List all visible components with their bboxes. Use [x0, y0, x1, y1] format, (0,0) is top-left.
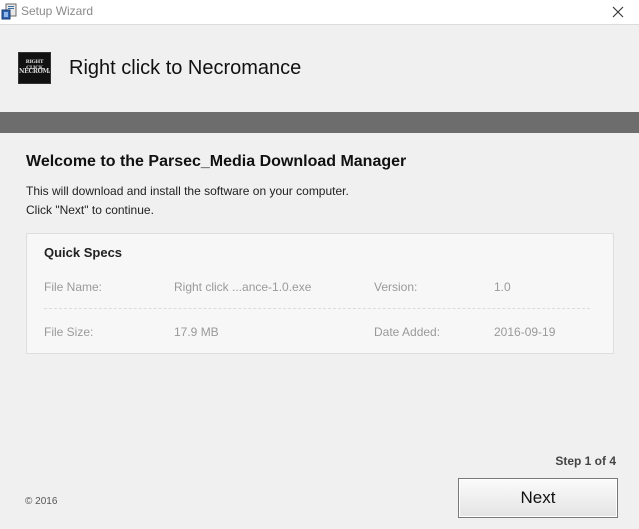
date-added-value: 2016-09-19: [494, 325, 556, 339]
specs-divider: [44, 308, 590, 309]
quick-specs-panel: Quick Specs File Name: Right click ...an…: [26, 233, 614, 354]
product-title: Right click to Necromance: [69, 57, 302, 79]
setup-app-icon: [1, 3, 17, 20]
close-icon: [612, 6, 624, 18]
description-line2: Click "Next" to continue.: [26, 203, 154, 217]
welcome-heading: Welcome to the Parsec_Media Download Man…: [26, 153, 407, 170]
file-name-label: File Name:: [44, 280, 103, 294]
file-size-label: File Size:: [44, 325, 94, 339]
date-added-label: Date Added:: [374, 325, 441, 339]
wizard-header: RIGHT CLICK NECROMANCE Right click to Ne…: [0, 24, 639, 112]
version-value: 1.0: [494, 280, 511, 294]
step-indicator: Step 1 of 4: [555, 454, 616, 468]
product-logo: RIGHT CLICK NECROMANCE: [18, 52, 51, 84]
logo-line2: NECROMANCE: [19, 68, 50, 75]
window-title: Setup Wizard: [21, 4, 94, 18]
description-line1: This will download and install the softw…: [26, 184, 349, 198]
quick-specs-title: Quick Specs: [44, 245, 123, 260]
version-label: Version:: [374, 280, 418, 294]
title-bar: Setup Wizard: [0, 0, 639, 24]
next-button[interactable]: Next: [458, 478, 618, 518]
copyright-text: © 2016: [25, 496, 58, 507]
header-band: [0, 112, 639, 133]
file-name-value: Right click ...ance-1.0.exe: [174, 280, 312, 294]
file-size-value: 17.9 MB: [174, 325, 219, 339]
close-button[interactable]: [597, 0, 639, 24]
